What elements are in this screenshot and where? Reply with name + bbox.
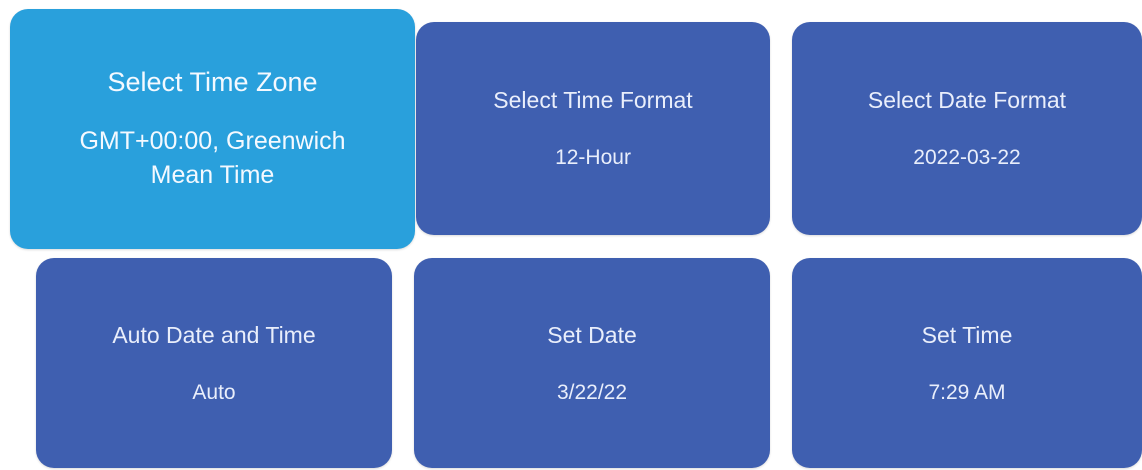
auto-date-and-time-tile[interactable]: Auto Date and Time Auto [36,258,392,468]
tile-value: 7:29 AM [928,380,1006,404]
select-time-format-tile[interactable]: Select Time Format 12-Hour [416,22,770,235]
tile-title: Auto Date and Time [112,321,316,348]
tile-value: GMT+00:00, Greenwich Mean Time [79,124,345,192]
tile-value: 3/22/22 [556,380,628,404]
select-date-format-tile[interactable]: Select Date Format 2022-03-22 [792,22,1142,235]
tile-title: Set Time [921,321,1013,348]
tile-value: 12-Hour [555,146,631,169]
tile-value-line: GMT+00:00, Greenwich [79,127,346,155]
tile-value-line: Mean Time [150,161,275,189]
tile-value: Auto [192,380,236,404]
select-time-zone-tile[interactable]: Select Time Zone GMT+00:00, Greenwich Me… [10,9,415,249]
set-time-tile[interactable]: Set Time 7:29 AM [792,258,1142,468]
tile-title: Select Date Format [867,87,1067,113]
tile-title: Select Time Format [493,87,693,113]
tile-title: Set Date [547,321,637,348]
tile-value: 2022-03-22 [913,146,1021,169]
tile-title: Select Time Zone [107,67,318,97]
set-date-tile[interactable]: Set Date 3/22/22 [414,258,770,468]
